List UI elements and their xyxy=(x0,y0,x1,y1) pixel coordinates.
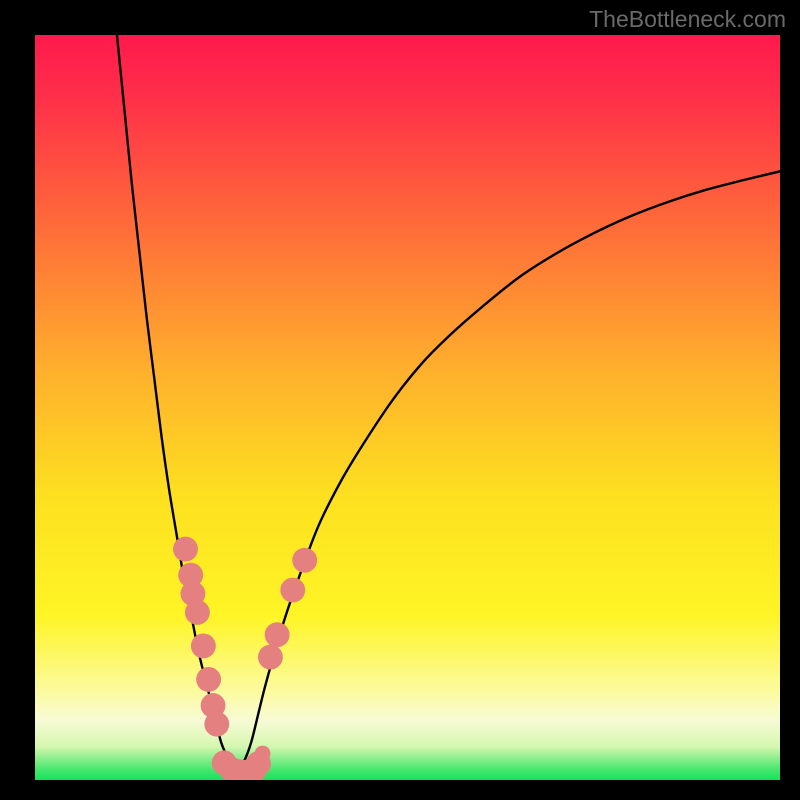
marker-dot xyxy=(265,622,290,647)
marker-dot xyxy=(191,633,216,658)
marker-dot xyxy=(292,548,317,573)
curve-left-curve xyxy=(117,35,236,771)
watermark-text: TheBottleneck.com xyxy=(589,6,786,33)
marker-dot xyxy=(280,578,305,603)
marker-dot xyxy=(185,600,210,625)
plot-area xyxy=(35,35,780,780)
chart-frame: TheBottleneck.com xyxy=(0,0,800,800)
chart-svg xyxy=(35,35,780,780)
marker-dot xyxy=(173,537,198,562)
marker-dot xyxy=(204,712,229,737)
marker-cluster-bottom xyxy=(212,750,271,780)
curve-right-curve xyxy=(236,171,780,771)
marker-dot xyxy=(196,667,221,692)
marker-dot xyxy=(258,645,283,670)
marker-dot xyxy=(246,751,271,776)
